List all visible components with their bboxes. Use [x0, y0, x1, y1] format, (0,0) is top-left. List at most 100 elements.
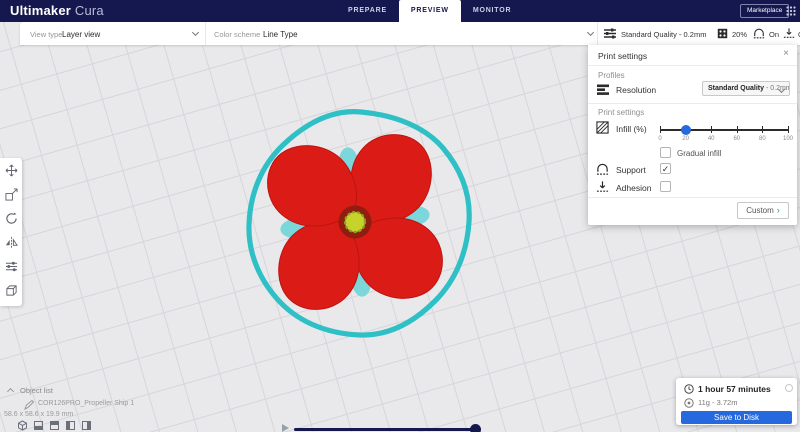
- print-time-estimate: 1 hour 57 minutes: [698, 384, 771, 394]
- custom-button-label: Custom: [746, 206, 774, 215]
- simulation-play-icon[interactable]: [282, 424, 289, 432]
- mirror-tool-button[interactable]: [0, 230, 22, 254]
- color-scheme-value[interactable]: Line Type: [263, 30, 298, 39]
- support-icon: [753, 28, 765, 39]
- tick-label: 20: [682, 136, 689, 142]
- tick-label: 60: [733, 136, 741, 142]
- view-right-icon[interactable]: [81, 420, 92, 431]
- divider: [588, 103, 797, 104]
- support-icon: [596, 163, 609, 175]
- custom-settings-button[interactable]: Custom ›: [737, 202, 789, 219]
- sliced-model-flower[interactable]: [209, 75, 509, 375]
- simulation-slider-handle[interactable]: [470, 424, 481, 432]
- divider: [588, 65, 797, 66]
- material-spool-icon: [684, 398, 694, 408]
- adhesion-icon: [783, 28, 795, 38]
- per-model-settings-icon: [5, 261, 17, 271]
- summary-profile[interactable]: Standard Quality - 0.2mm: [621, 30, 706, 39]
- view-type-label: View type: [30, 30, 63, 39]
- resolution-label: Resolution: [616, 85, 657, 95]
- left-toolbar: [0, 158, 22, 306]
- cura-window: Object list COR126PRO_Propeller Ship 1 5…: [0, 0, 800, 432]
- per-model-settings-button[interactable]: [0, 254, 22, 278]
- mirror-icon: [5, 236, 18, 248]
- tick: [736, 126, 738, 133]
- object-list-header[interactable]: Object list: [20, 386, 53, 395]
- material-estimate: 11g - 3.72m: [698, 398, 738, 407]
- clock-icon: [684, 384, 694, 394]
- model-dimensions: 58.6 x 58.6 x 19.9 mm: [4, 411, 74, 418]
- close-icon[interactable]: ×: [783, 48, 789, 59]
- color-scheme-label: Color scheme: [214, 30, 261, 39]
- infill-slider-track[interactable]: [660, 129, 788, 131]
- details-expand-icon[interactable]: [785, 384, 793, 392]
- adhesion-icon: [596, 181, 609, 192]
- rotate-tool-button[interactable]: [0, 206, 22, 230]
- infill-label: Infill (%): [616, 124, 647, 134]
- resolution-icon: [597, 84, 609, 95]
- view-type-value[interactable]: Layer view: [62, 30, 100, 39]
- profiles-section-label: Profiles: [598, 71, 625, 80]
- scale-tool-button[interactable]: [0, 182, 22, 206]
- summary-infill: 20%: [732, 29, 748, 39]
- tick: [788, 126, 789, 133]
- support-blocker-button[interactable]: [0, 278, 22, 302]
- infill-icon: [596, 121, 609, 134]
- resolution-value: Standard Quality: [708, 85, 765, 92]
- summary-support: On: [769, 29, 780, 39]
- move-tool-button[interactable]: [0, 158, 22, 182]
- logo-primary: Ultimaker: [10, 3, 72, 18]
- simulation-slider-track[interactable]: [294, 428, 478, 431]
- tab-preview[interactable]: PREVIEW: [398, 0, 461, 22]
- print-job-card: 1 hour 57 minutes 11g - 3.72m Save to Di…: [676, 378, 797, 425]
- adhesion-checkbox[interactable]: [660, 181, 671, 192]
- print-settings-section-label: Print settings: [598, 108, 645, 117]
- marketplace-button[interactable]: Marketplace: [740, 4, 790, 18]
- move-icon: [5, 164, 17, 176]
- support-label: Support: [616, 165, 646, 175]
- view-left-icon[interactable]: [65, 420, 76, 431]
- divider: [588, 197, 797, 198]
- tab-prepare[interactable]: PREPARE: [336, 0, 399, 22]
- gradual-infill-checkbox[interactable]: [660, 147, 671, 158]
- infill-slider-handle[interactable]: [680, 124, 691, 135]
- edit-pencil-icon[interactable]: [24, 400, 34, 410]
- panel-title: Print settings: [598, 51, 648, 61]
- camera-view-buttons: [17, 420, 92, 431]
- scale-icon: [4, 187, 18, 201]
- view-3d-icon[interactable]: [17, 420, 28, 431]
- tick-label: 40: [707, 136, 715, 142]
- divider: [205, 22, 206, 45]
- tick-label: 80: [759, 136, 766, 142]
- tick-label: 0: [658, 136, 662, 142]
- logo-secondary: Cura: [74, 3, 104, 18]
- rotate-icon: [5, 211, 17, 224]
- stage-tabs: PREPARE PREVIEW MONITOR: [336, 0, 523, 22]
- chevron-down-icon[interactable]: [586, 28, 595, 37]
- model-file-name: COR126PRO_Propeller Ship 1: [38, 400, 135, 407]
- view-options-bar: View type Layer view Color scheme Line T…: [20, 22, 800, 45]
- tick: [711, 126, 713, 133]
- chevron-down-icon[interactable]: [191, 28, 200, 37]
- resolution-dropdown[interactable]: Standard Quality - 0.2mm: [702, 81, 790, 96]
- apps-grid-icon[interactable]: [786, 6, 796, 16]
- infill-slider[interactable]: 0 20 40 60 80 100: [658, 123, 793, 143]
- divider: [597, 22, 598, 45]
- tick-label: 100: [782, 136, 794, 142]
- adhesion-label: Adhesion: [616, 183, 652, 193]
- app-logo: Ultimaker Cura: [10, 3, 104, 18]
- support-blocker-icon: [5, 284, 17, 296]
- tab-monitor[interactable]: MONITOR: [461, 0, 524, 22]
- app-header: Ultimaker Cura PREPARE PREVIEW MONITOR M…: [0, 0, 800, 22]
- tick: [762, 126, 764, 133]
- chevron-right-icon: ›: [776, 205, 780, 215]
- support-checkbox[interactable]: ✓: [660, 163, 671, 174]
- print-settings-panel: Print settings × Profiles Resolution Sta…: [588, 45, 797, 225]
- save-to-disk-button[interactable]: Save to Disk: [681, 411, 792, 424]
- view-top-icon[interactable]: [49, 420, 60, 431]
- infill-icon: [717, 28, 728, 39]
- gradual-infill-label: Gradual infill: [677, 149, 722, 158]
- print-settings-icon[interactable]: [603, 27, 617, 40]
- tick: [660, 126, 661, 133]
- view-front-icon[interactable]: [33, 420, 44, 431]
